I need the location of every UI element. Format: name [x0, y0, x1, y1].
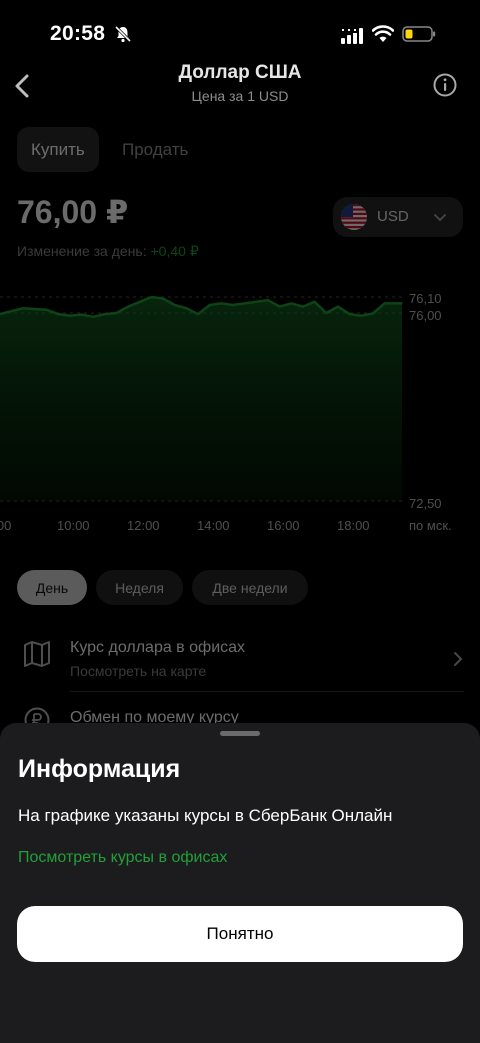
data-point	[232, 304, 234, 306]
view-office-rates-link[interactable]: Посмотреть курсы в офисах	[18, 849, 227, 867]
battery-icon	[402, 26, 436, 42]
ok-button[interactable]: Понятно	[17, 906, 463, 962]
currency-code: USD	[377, 208, 409, 225]
daily-change: Изменение за день: +0,40 ₽	[17, 243, 199, 260]
series-area	[0, 297, 402, 501]
data-point	[302, 305, 304, 308]
data-point	[290, 302, 293, 305]
data-point	[174, 304, 176, 306]
period-day-button[interactable]: День	[17, 570, 87, 605]
data-point	[197, 313, 199, 315]
data-point	[80, 313, 83, 316]
data-point	[150, 296, 153, 298]
data-point	[372, 312, 374, 315]
wifi-icon	[372, 25, 394, 42]
data-point	[267, 299, 269, 301]
tab-buy[interactable]: Купить	[17, 127, 99, 172]
data-point	[208, 304, 211, 306]
data-point	[45, 309, 48, 311]
bell-off-icon	[114, 25, 132, 43]
rate-chart-plot	[0, 295, 403, 502]
status-bar: 20:58	[0, 0, 480, 64]
sheet-title: Информация	[18, 755, 181, 783]
currency-select[interactable]: USD	[333, 197, 463, 237]
data-point	[104, 313, 106, 315]
divider	[70, 691, 464, 692]
data-point	[220, 302, 223, 305]
period-week-button[interactable]: Неделя	[96, 570, 183, 605]
page-subtitle: Цена за 1 USD	[191, 88, 289, 104]
data-point	[22, 307, 25, 309]
signal-icon	[341, 28, 363, 44]
data-point	[92, 316, 94, 318]
data-point	[57, 313, 60, 315]
info-bottom-sheet: Информация На графике указаны курсы в Сб…	[0, 723, 480, 1043]
sheet-text: На графике указаны курсы в СберБанк Онла…	[18, 806, 393, 825]
data-point	[348, 313, 351, 315]
period-two-weeks-button[interactable]: Две недели	[192, 570, 308, 605]
data-point	[255, 301, 258, 303]
price-value: 76,00 ₽	[17, 194, 129, 230]
data-point	[243, 302, 246, 305]
y-tick-label: 72,50	[409, 496, 442, 511]
x-tick-label: 14:00	[197, 518, 230, 533]
x-tick-label: 18:00	[337, 518, 370, 533]
x-tick-label: 16:00	[267, 518, 300, 533]
y-tick-label: 76,10	[409, 291, 442, 306]
data-point	[139, 301, 141, 303]
chevron-right-icon	[454, 652, 463, 666]
offices-rate-title[interactable]: Курс доллара в офисах	[70, 639, 245, 657]
daily-change-value: +0,40 ₽	[150, 243, 199, 259]
y-tick-label: 76,00	[409, 308, 442, 323]
data-point	[401, 302, 403, 305]
data-point	[278, 305, 281, 308]
data-point	[162, 297, 164, 300]
sheet-grabber[interactable]	[220, 731, 260, 736]
rate-chart: 76,10 76,00 72,50 8:00 10:00 12:00 14:00…	[0, 285, 480, 535]
data-point	[383, 302, 386, 305]
tab-sell[interactable]: Продать	[122, 127, 188, 172]
x-tick-label: 12:00	[127, 518, 160, 533]
x-tick-label: 8:00	[0, 518, 12, 533]
info-icon[interactable]	[432, 72, 458, 98]
data-point	[115, 312, 118, 314]
status-time: 20:58	[50, 22, 106, 45]
data-point	[185, 307, 188, 309]
dimmed-background: Купить Продать 76,00 ₽ USD Изменение за …	[0, 115, 480, 735]
data-point	[313, 301, 316, 303]
page-title: Доллар США	[178, 62, 302, 83]
x-tick-label: 10:00	[57, 518, 90, 533]
us-flag-icon	[341, 204, 367, 230]
data-point	[337, 305, 339, 308]
data-point	[325, 312, 328, 314]
data-point	[69, 314, 71, 317]
map-icon	[24, 641, 50, 667]
data-point	[360, 314, 363, 317]
offices-rate-subtitle: Посмотреть на карте	[70, 663, 207, 679]
x-tick-label: по мск.	[409, 518, 452, 533]
daily-change-label: Изменение за день:	[17, 243, 147, 259]
chevron-down-icon	[434, 214, 446, 222]
data-point	[127, 305, 129, 308]
